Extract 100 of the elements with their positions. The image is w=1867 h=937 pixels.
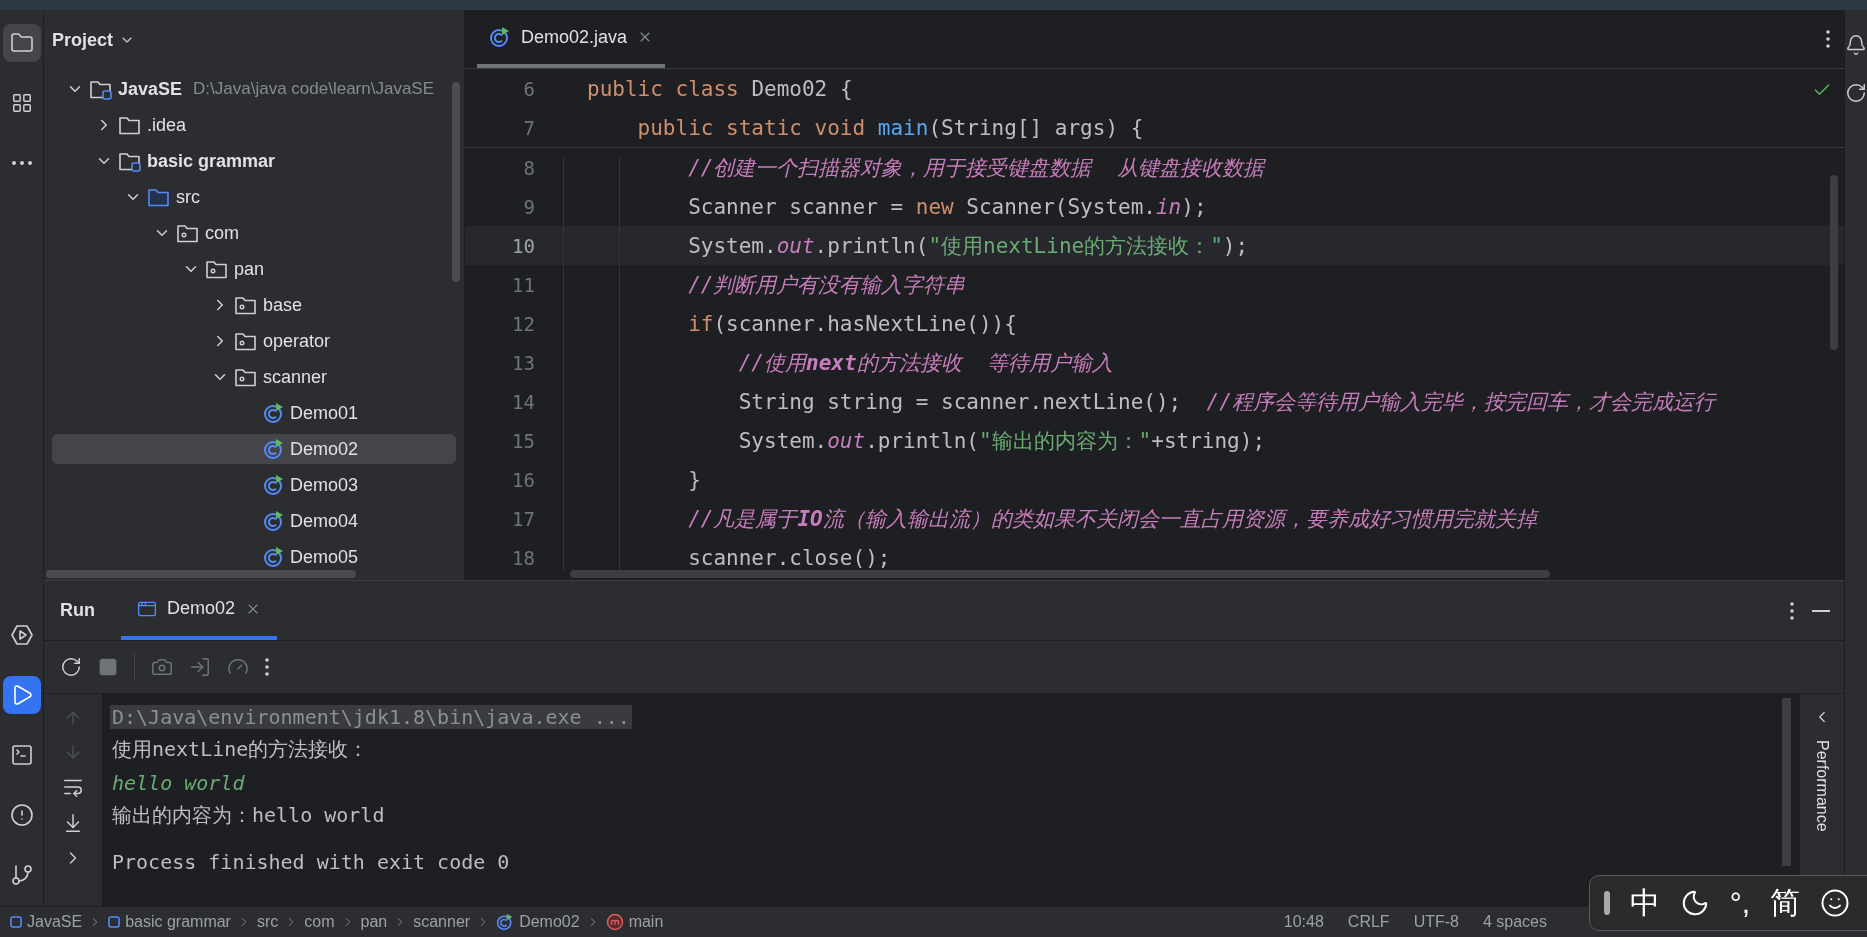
scrollbar[interactable]: [46, 570, 356, 578]
run-tab[interactable]: Demo02: [121, 581, 278, 640]
tree-item[interactable]: com: [52, 218, 456, 248]
module-icon: [108, 916, 121, 928]
code-line: System.out.println("使用nextLine的方法接收：");: [687, 232, 1249, 260]
exit-arrow-icon: [189, 656, 211, 678]
breadcrumb[interactable]: Demo02: [496, 913, 580, 931]
smiley-icon[interactable]: [1820, 888, 1850, 918]
code-line: }: [687, 467, 701, 492]
line-number: 8: [522, 156, 535, 179]
package-icon: [205, 258, 229, 280]
status-item[interactable]: CRLF: [1347, 913, 1390, 931]
git-branch-icon: [9, 863, 34, 887]
folder-icon: [147, 186, 171, 208]
editor-tab[interactable]: Demo02.java: [477, 10, 666, 68]
more-icon[interactable]: [265, 658, 269, 676]
line-number: 16: [511, 468, 535, 491]
drag-handle[interactable]: [1603, 891, 1610, 915]
more-icon[interactable]: [1826, 30, 1830, 48]
module-icon: [89, 78, 113, 100]
tree-item[interactable]: Demo03: [52, 470, 456, 500]
more-icon[interactable]: [11, 161, 32, 165]
console-line: Process finished with exit code 0: [111, 849, 511, 874]
scrollbar[interactable]: [1830, 175, 1838, 350]
tree-item[interactable]: Demo04: [52, 506, 456, 536]
tool-window-button[interactable]: [2, 676, 41, 714]
code-line: if(scanner.hasNextLine()){: [687, 311, 1017, 336]
method-icon: [605, 913, 624, 931]
ime-toggle[interactable]: 简: [1770, 882, 1800, 924]
minimize-icon[interactable]: [1812, 609, 1830, 612]
terminal-icon: [9, 743, 34, 767]
breadcrumb[interactable]: pan: [360, 913, 388, 931]
camera-icon: [151, 656, 173, 678]
services-icon: [9, 623, 34, 647]
class-icon: [496, 913, 515, 931]
code-line: String string = scanner.nextLine(); //程序会等待用户输入完毕，按完回车，才会完成运行: [737, 388, 1715, 416]
package-icon: [176, 222, 200, 244]
folder-icon: [9, 31, 34, 55]
line-number: 13: [511, 351, 535, 374]
line-number: 18: [511, 546, 535, 569]
ime-toggle[interactable]: °,: [1729, 886, 1750, 920]
line-number: 14: [511, 390, 535, 413]
line-number: 7: [522, 116, 535, 139]
bell-icon: [1845, 34, 1867, 56]
tree-item[interactable]: src: [52, 182, 456, 212]
tree-item[interactable]: Demo05: [52, 542, 456, 572]
tree-item[interactable]: base: [52, 290, 456, 320]
status-item[interactable]: 4 spaces: [1482, 913, 1547, 931]
scrollbar[interactable]: [1782, 698, 1791, 866]
breadcrumb[interactable]: scanner: [413, 913, 471, 931]
tree-item[interactable]: JavaSE D:\Java\java code\learn\JavaSE: [52, 74, 456, 104]
side-tab[interactable]: Performance: [1813, 740, 1831, 832]
structure-icon: [10, 92, 33, 114]
scrollbar[interactable]: [570, 570, 1550, 578]
code-line: System.out.println("输出的内容为："+string);: [737, 427, 1266, 455]
sync-icon: [1845, 82, 1867, 104]
class-icon: [489, 26, 511, 48]
panel-title[interactable]: Project: [52, 29, 114, 51]
panel-title: Run: [60, 600, 95, 621]
module-icon: [118, 150, 142, 172]
status-item[interactable]: 10:48: [1283, 913, 1324, 931]
code-line: //凡是属于IO流（输入输出流）的类如果不关闭会一直占用资源，要养成好习惯用完就关掉: [687, 505, 1537, 533]
tree-item[interactable]: basic grammar: [52, 146, 456, 176]
code-line: //使用next的方法接收 等待用户输入: [737, 349, 1113, 377]
tree-item[interactable]: Demo02: [52, 434, 456, 464]
problems-icon: [9, 803, 34, 827]
code-line: public static void main(String[] args) {: [636, 115, 1144, 140]
breadcrumb[interactable]: JavaSE: [10, 913, 83, 931]
scrollbar[interactable]: [452, 82, 460, 282]
breadcrumb[interactable]: src: [256, 913, 279, 931]
code-line: public class Demo02 {: [587, 76, 853, 101]
tree-item[interactable]: scanner: [52, 362, 456, 392]
class-icon: [263, 546, 285, 568]
folder-icon: [118, 114, 142, 136]
tool-window-button[interactable]: [2, 24, 41, 62]
line-number: 10: [511, 234, 535, 257]
line-number: 12: [511, 312, 535, 335]
ime-toggle[interactable]: 中: [1629, 882, 1660, 924]
console-line: hello world: [111, 770, 246, 795]
class-icon: [263, 474, 285, 496]
breadcrumb[interactable]: com: [304, 913, 335, 931]
class-icon: [263, 510, 285, 532]
package-icon: [234, 294, 258, 316]
breadcrumb[interactable]: main: [605, 913, 664, 931]
breadcrumb[interactable]: basic grammar: [108, 913, 231, 931]
line-number: 11: [511, 273, 535, 296]
tree-item[interactable]: pan: [52, 254, 456, 284]
package-icon: [234, 366, 258, 388]
line-number: 6: [522, 77, 535, 100]
tree-item[interactable]: Demo01: [52, 398, 456, 428]
project-path: D:\Java\java code\learn\JavaSE: [193, 79, 435, 99]
console-line: 使用nextLine的方法接收：: [111, 736, 370, 763]
rerun-icon: [60, 656, 82, 678]
tree-item[interactable]: operator: [52, 326, 456, 356]
tree-item[interactable]: .idea: [52, 110, 456, 140]
code-line: Scanner scanner = new Scanner(System.in);: [687, 194, 1207, 219]
line-number: 15: [511, 429, 535, 452]
status-item[interactable]: UTF-8: [1413, 913, 1459, 931]
line-number: 17: [511, 507, 535, 530]
more-icon[interactable]: [1790, 601, 1794, 620]
